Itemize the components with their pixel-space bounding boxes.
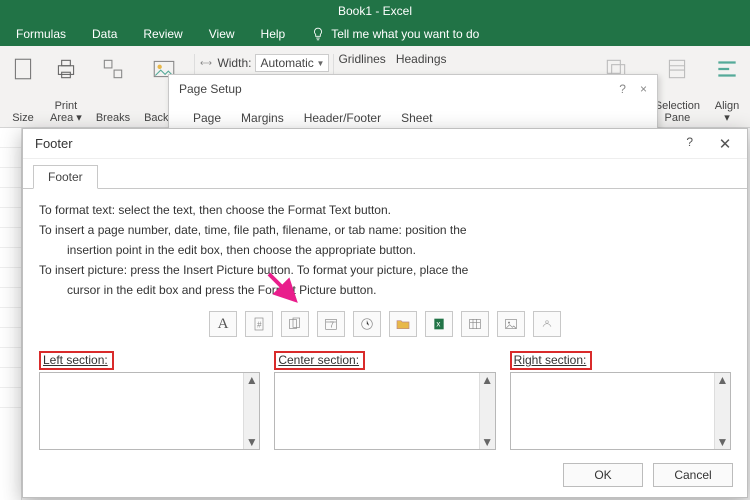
page-number-icon: # bbox=[251, 316, 267, 332]
left-section-box: ▲▼ bbox=[39, 372, 260, 450]
footer-close-button[interactable]: ✕ bbox=[715, 135, 735, 153]
width-label: Width: bbox=[217, 56, 251, 70]
insert-picture-button[interactable] bbox=[497, 311, 525, 337]
format-picture-button[interactable] bbox=[533, 311, 561, 337]
align-icon bbox=[714, 56, 740, 82]
sheet-tab-icon bbox=[467, 316, 483, 332]
tab-formulas[interactable]: Formulas bbox=[16, 27, 66, 41]
instruction-text: To insert picture: press the Insert Pict… bbox=[39, 261, 731, 279]
insert-page-number-button[interactable]: # bbox=[245, 311, 273, 337]
left-section-label: Left section: bbox=[39, 351, 114, 370]
center-section-label: Center section: bbox=[274, 351, 365, 370]
insert-file-name-button[interactable]: x bbox=[425, 311, 453, 337]
instruction-text: To format text: select the text, then ch… bbox=[39, 201, 731, 219]
right-section-input[interactable] bbox=[511, 373, 730, 449]
chevron-down-icon: ▼ bbox=[317, 59, 325, 68]
footer-tab[interactable]: Footer bbox=[33, 165, 98, 189]
breaks-button[interactable]: Breaks bbox=[90, 50, 136, 126]
tab-help[interactable]: Help bbox=[261, 27, 286, 41]
picture-icon bbox=[503, 316, 519, 332]
show-group: Gridlines Headings bbox=[338, 50, 446, 66]
breaks-label: Breaks bbox=[96, 112, 130, 124]
width-value: Automatic bbox=[260, 56, 313, 70]
scrollbar[interactable]: ▲▼ bbox=[714, 373, 730, 449]
folder-icon bbox=[395, 316, 411, 332]
calendar-icon: 7 bbox=[323, 316, 339, 332]
selection-pane-icon bbox=[664, 56, 690, 82]
page-setup-help-button[interactable]: ? bbox=[619, 82, 626, 96]
width-icon bbox=[199, 56, 213, 70]
page-setup-title: Page Setup bbox=[179, 82, 242, 96]
tab-view[interactable]: View bbox=[209, 27, 235, 41]
scrollbar[interactable]: ▲▼ bbox=[243, 373, 259, 449]
ok-button[interactable]: OK bbox=[563, 463, 643, 487]
footer-dialog-title: Footer bbox=[35, 136, 73, 151]
svg-text:x: x bbox=[436, 320, 440, 329]
align-button[interactable]: Align▾ bbox=[708, 50, 746, 126]
instruction-text: To insert a page number, date, time, fil… bbox=[39, 221, 731, 239]
headings-label[interactable]: Headings bbox=[396, 52, 447, 66]
lightbulb-icon bbox=[311, 27, 325, 41]
tab-data[interactable]: Data bbox=[92, 27, 117, 41]
instruction-text: insertion point in the edit box, then ch… bbox=[39, 241, 731, 259]
app-titlebar: Book1 - Excel bbox=[0, 0, 750, 22]
page-size-icon bbox=[10, 56, 36, 82]
printer-icon bbox=[53, 56, 79, 82]
format-picture-icon bbox=[539, 316, 555, 332]
tell-me-search[interactable]: Tell me what you want to do bbox=[311, 27, 479, 41]
footer-help-button[interactable]: ? bbox=[686, 135, 693, 153]
left-section-input[interactable] bbox=[40, 373, 259, 449]
align-label: Align▾ bbox=[715, 100, 739, 124]
excel-file-icon: x bbox=[431, 316, 447, 332]
insert-date-button[interactable]: 7 bbox=[317, 311, 345, 337]
clock-icon bbox=[359, 316, 375, 332]
pages-icon bbox=[287, 316, 303, 332]
svg-text:#: # bbox=[257, 320, 262, 329]
size-label: Size bbox=[12, 112, 33, 124]
gridlines-label[interactable]: Gridlines bbox=[338, 52, 385, 66]
footer-toolbar: A # 7 x bbox=[39, 311, 731, 337]
footer-tab-strip: Footer bbox=[33, 165, 747, 189]
print-area-label: PrintArea ▾ bbox=[50, 100, 82, 124]
ribbon-tabs: Formulas Data Review View Help Tell me w… bbox=[0, 22, 750, 46]
center-section-box: ▲▼ bbox=[274, 372, 495, 450]
instruction-text: cursor in the edit box and press the For… bbox=[39, 281, 731, 299]
format-text-button[interactable]: A bbox=[209, 311, 237, 337]
footer-dialog: Footer ? ✕ Footer To format text: select… bbox=[22, 128, 748, 498]
tell-me-label: Tell me what you want to do bbox=[331, 27, 479, 41]
page-setup-tabs: Page Margins Header/Footer Sheet bbox=[169, 103, 657, 131]
scrollbar[interactable]: ▲▼ bbox=[479, 373, 495, 449]
insert-time-button[interactable] bbox=[353, 311, 381, 337]
width-combo[interactable]: Automatic ▼ bbox=[255, 54, 329, 72]
right-section-label: Right section: bbox=[510, 351, 593, 370]
insert-file-path-button[interactable] bbox=[389, 311, 417, 337]
insert-pages-button[interactable] bbox=[281, 311, 309, 337]
tab-review[interactable]: Review bbox=[143, 27, 182, 41]
breaks-icon bbox=[100, 56, 126, 82]
print-area-button[interactable]: PrintArea ▾ bbox=[44, 50, 88, 126]
selection-pane-label: SelectionPane bbox=[655, 100, 700, 124]
cancel-button[interactable]: Cancel bbox=[653, 463, 733, 487]
page-setup-close-button[interactable]: × bbox=[640, 82, 647, 96]
center-section-input[interactable] bbox=[275, 373, 494, 449]
insert-sheet-name-button[interactable] bbox=[461, 311, 489, 337]
size-button[interactable]: Size bbox=[4, 50, 42, 126]
svg-text:7: 7 bbox=[330, 320, 335, 329]
right-section-box: ▲▼ bbox=[510, 372, 731, 450]
width-row: Width: Automatic ▼ bbox=[199, 52, 329, 74]
worksheet-rows bbox=[0, 128, 22, 500]
